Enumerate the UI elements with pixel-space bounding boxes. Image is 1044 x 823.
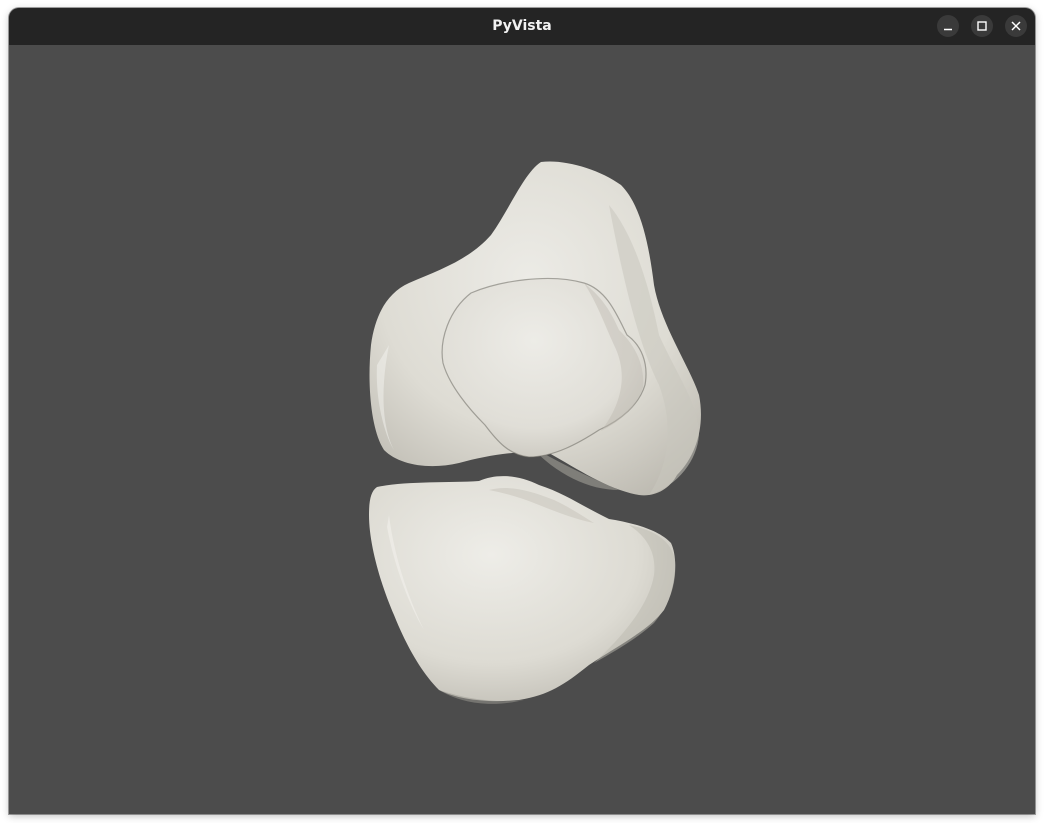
pyvista-window: PyVista: [9, 8, 1035, 814]
render-canvas[interactable]: [9, 45, 1035, 814]
window-title: PyVista: [492, 18, 552, 34]
tibia-mesh: [369, 476, 676, 704]
render-viewport[interactable]: [9, 45, 1035, 814]
title-bar[interactable]: PyVista: [9, 8, 1035, 45]
close-icon: [1011, 21, 1021, 31]
minimize-icon: [944, 28, 952, 31]
maximize-icon: [977, 21, 987, 31]
minimize-button[interactable]: [937, 15, 959, 37]
close-button[interactable]: [1005, 15, 1027, 37]
maximize-button[interactable]: [971, 15, 993, 37]
